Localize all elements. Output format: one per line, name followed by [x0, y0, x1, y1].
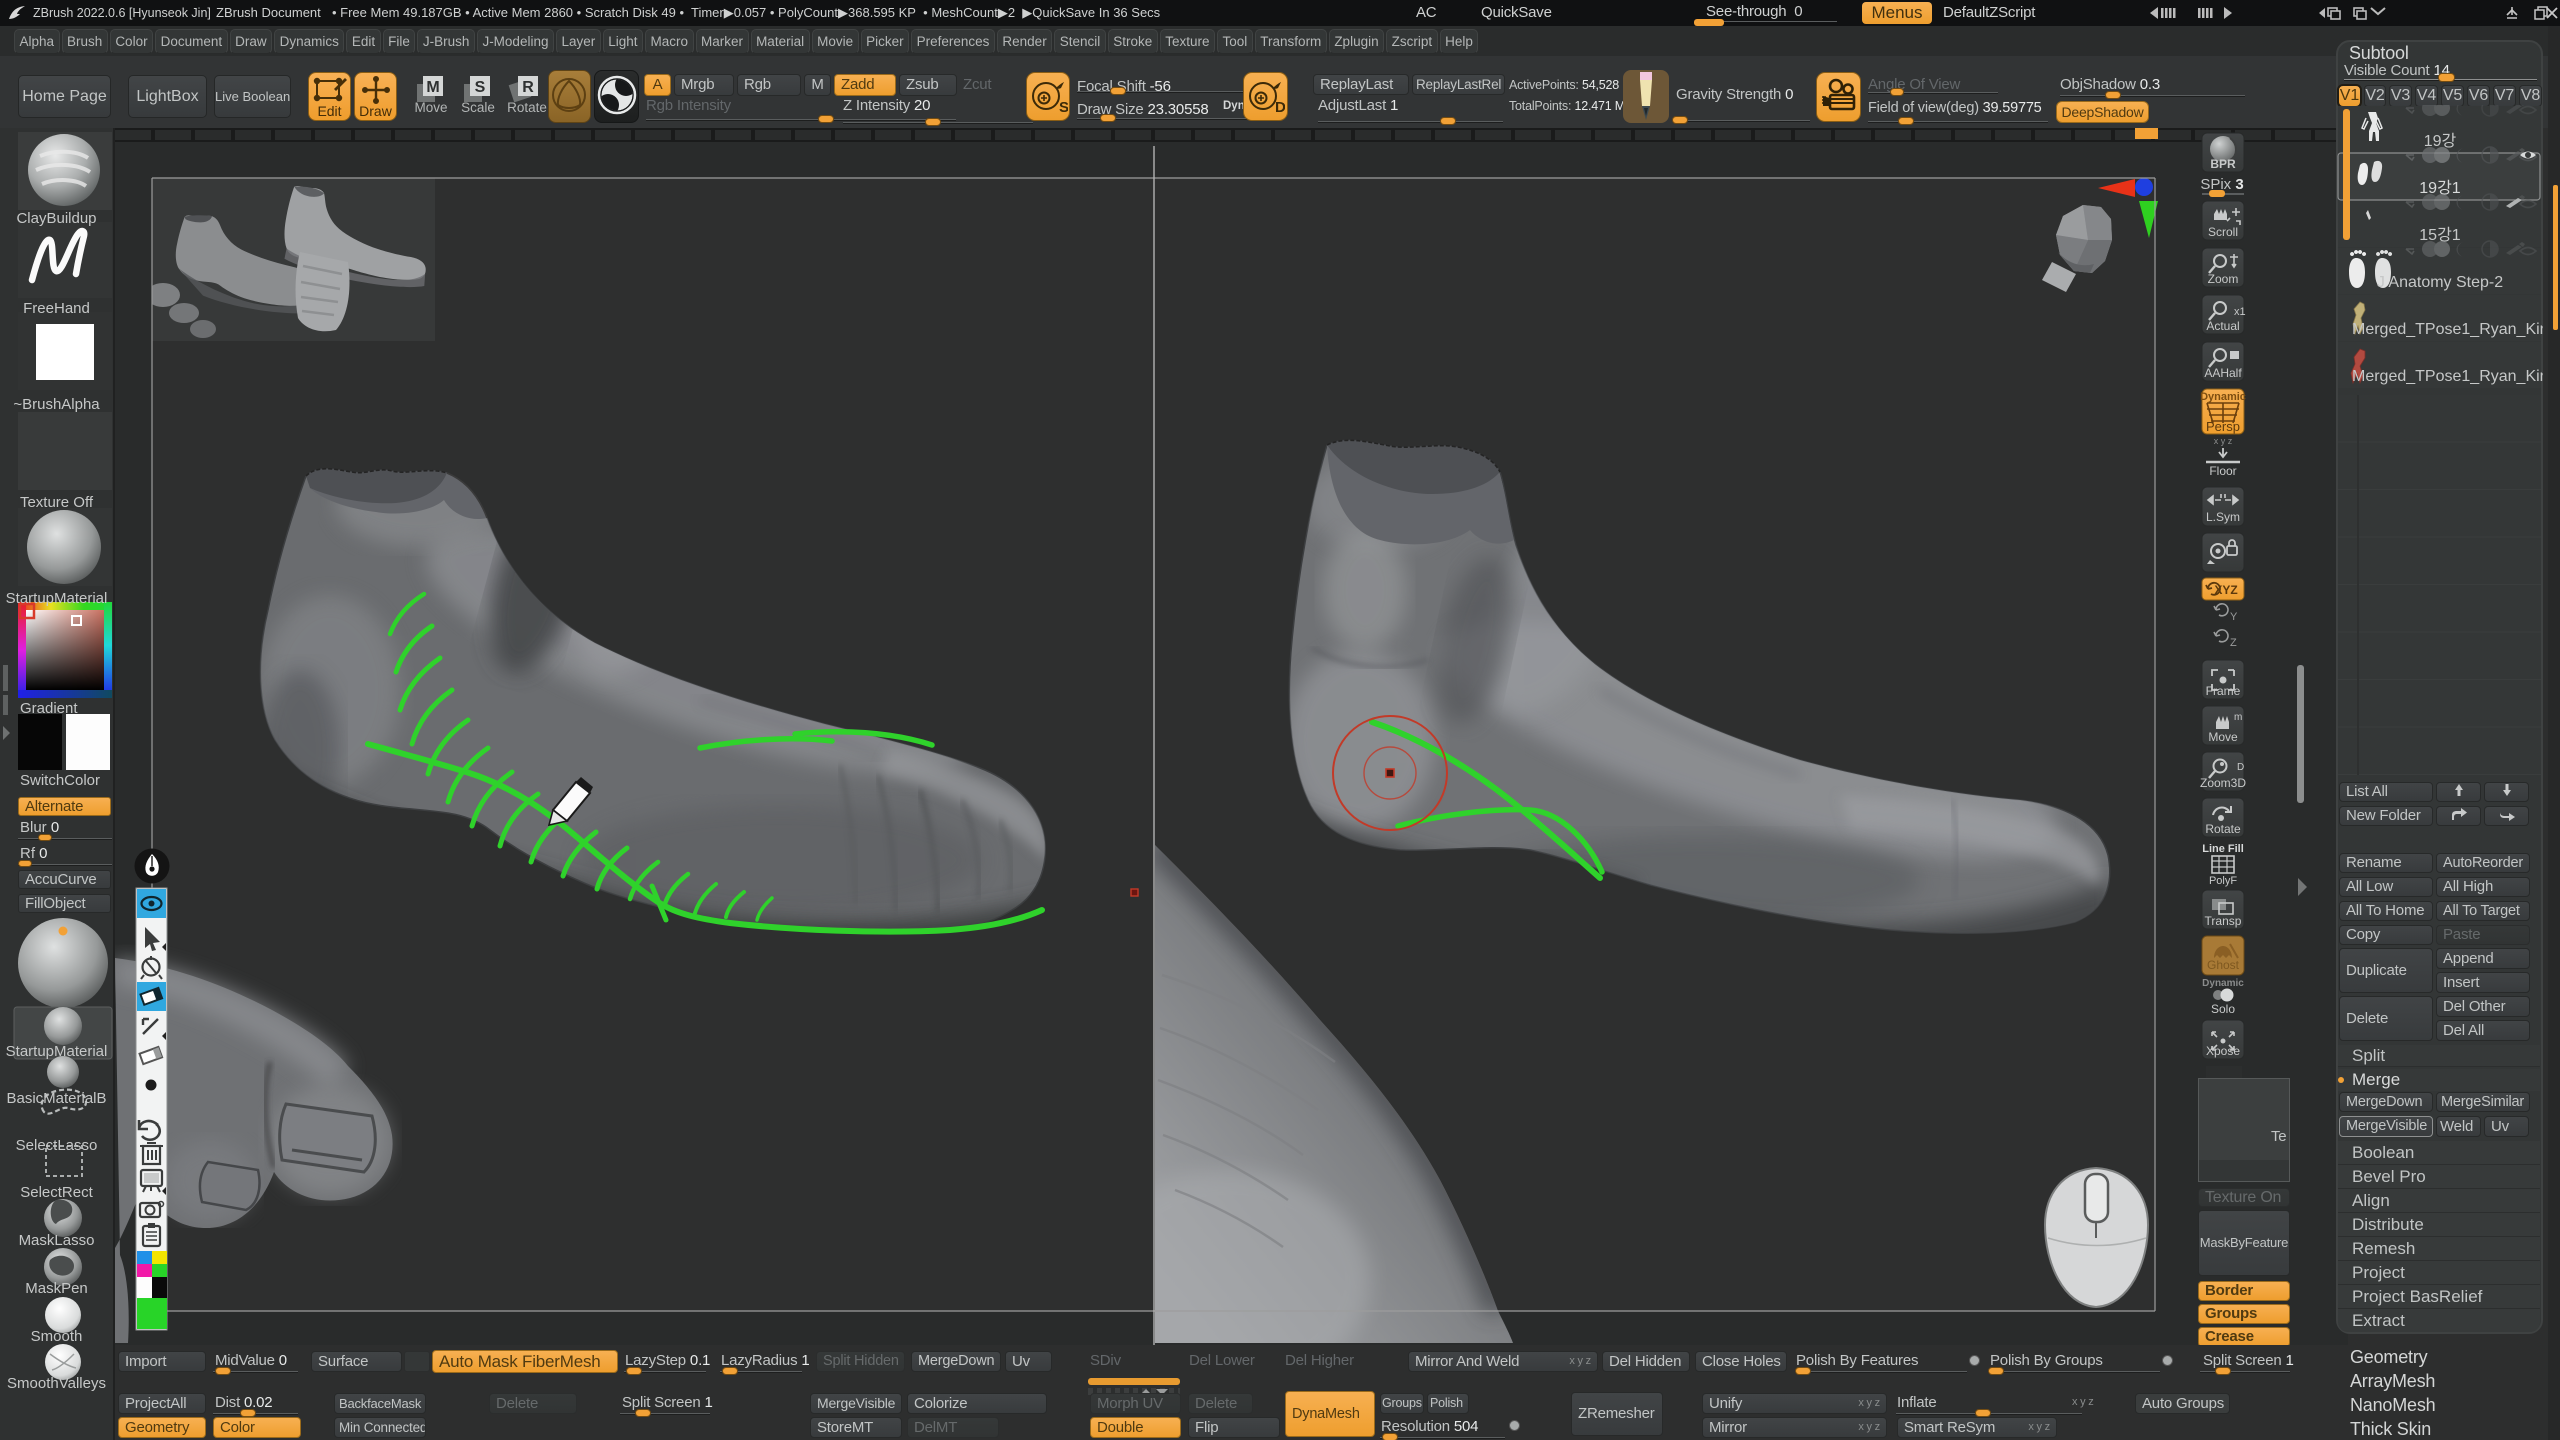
svg-text:AAHalf: AAHalf	[2204, 366, 2242, 380]
svg-text:Floor: Floor	[2209, 464, 2236, 478]
svg-text:Frame: Frame	[2206, 684, 2241, 698]
svg-text:BPR: BPR	[2210, 157, 2236, 171]
svg-text:PolyF: PolyF	[2209, 875, 2237, 887]
svg-text:D: D	[2237, 762, 2244, 773]
svg-text:D: D	[1275, 99, 1285, 116]
svg-text:Move: Move	[2208, 730, 2238, 744]
svg-text:x y z: x y z	[2214, 436, 2233, 446]
svg-text:R: R	[522, 79, 534, 96]
svg-text:XYZ: XYZ	[2214, 583, 2237, 597]
svg-text:S: S	[1059, 99, 1068, 116]
svg-text:Ghost: Ghost	[2207, 958, 2240, 972]
svg-text:Y: Y	[2230, 611, 2238, 623]
svg-text:Zoom3D: Zoom3D	[2200, 776, 2246, 790]
svg-text:Dynamic: Dynamic	[2202, 978, 2244, 989]
svg-text:Merged_TPose1_Ryan_Kingslie: Merged_TPose1_Ryan_Kingslie	[2352, 368, 2543, 385]
svg-text:Actual: Actual	[2206, 319, 2239, 333]
svg-text:Scroll: Scroll	[2208, 225, 2238, 239]
svg-text:S: S	[475, 79, 486, 96]
svg-text:Solo: Solo	[2211, 1002, 2235, 1016]
svg-text:m: m	[2234, 712, 2242, 723]
svg-text:Xpose: Xpose	[2206, 1044, 2240, 1058]
svg-text:x1: x1	[2234, 306, 2246, 318]
svg-text:Line Fill: Line Fill	[2202, 843, 2244, 855]
svg-text:L.Sym: L.Sym	[2206, 510, 2240, 524]
svg-text:Transp: Transp	[2205, 914, 2242, 928]
svg-text:Zoom: Zoom	[2208, 272, 2239, 286]
svg-text:Persp: Persp	[2206, 419, 2240, 434]
svg-text:Z: Z	[2230, 637, 2237, 649]
svg-text:Rotate: Rotate	[2205, 822, 2241, 836]
svg-text:Merged_TPose1_Ryan_Kingslie: Merged_TPose1_Ryan_Kingslie	[2352, 321, 2543, 338]
svg-text:Dynamic: Dynamic	[2200, 391, 2246, 403]
svg-text:J Anatomy Step-2: J Anatomy Step-2	[2377, 274, 2503, 291]
svg-text:M: M	[426, 79, 439, 96]
